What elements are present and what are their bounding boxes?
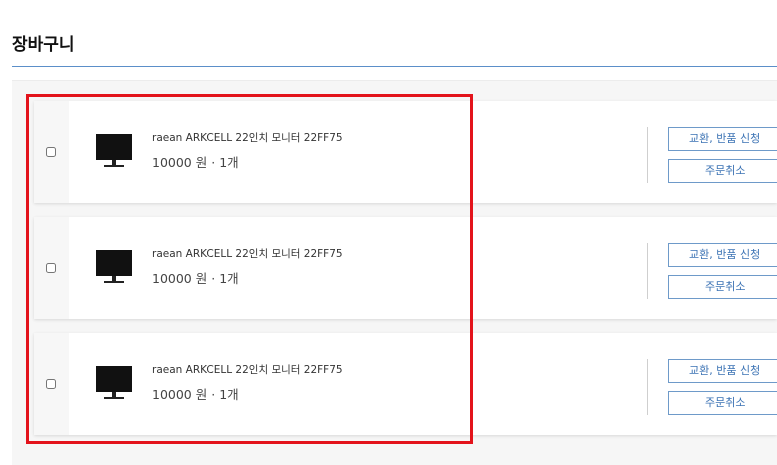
page-title: 장바구니 — [12, 35, 75, 55]
product-quantity: 1개 — [219, 271, 239, 286]
monitor-icon — [96, 366, 132, 399]
product-name[interactable]: raean ARKCELL 22인치 모니터 22FF75 — [152, 130, 343, 145]
product-quantity: 1개 — [219, 155, 239, 170]
product-price: 10000 원 — [152, 271, 208, 286]
title-divider — [12, 66, 777, 67]
product-price: 10000 원 — [152, 155, 208, 170]
product-price: 10000 원 — [152, 387, 208, 402]
cancel-order-button[interactable]: 주문취소 — [668, 391, 777, 415]
monitor-icon — [96, 134, 132, 167]
price-quantity: 10000 원 · 1개 — [152, 384, 239, 403]
exchange-return-button[interactable]: 교환, 반품 신청 — [668, 127, 777, 151]
item-checkbox[interactable] — [46, 147, 56, 157]
action-divider — [647, 243, 648, 299]
item-checkbox[interactable] — [46, 379, 56, 389]
cart-item: raean ARKCELL 22인치 모니터 22FF75 10000 원 · 1개… — [34, 101, 777, 203]
product-name[interactable]: raean ARKCELL 22인치 모니터 22FF75 — [152, 246, 343, 261]
exchange-return-button[interactable]: 교환, 반품 신청 — [668, 359, 777, 383]
monitor-icon — [96, 250, 132, 283]
separator: · — [211, 387, 216, 402]
price-quantity: 10000 원 · 1개 — [152, 268, 239, 287]
action-divider — [647, 127, 648, 183]
cart-item: raean ARKCELL 22인치 모니터 22FF75 10000 원 · 1개… — [34, 333, 777, 435]
cancel-order-button[interactable]: 주문취소 — [668, 159, 777, 183]
separator: · — [211, 271, 216, 286]
product-quantity: 1개 — [219, 387, 239, 402]
cancel-order-button[interactable]: 주문취소 — [668, 275, 777, 299]
exchange-return-button[interactable]: 교환, 반품 신청 — [668, 243, 777, 267]
item-checkbox[interactable] — [46, 263, 56, 273]
cart-item: raean ARKCELL 22인치 모니터 22FF75 10000 원 · 1개… — [34, 217, 777, 319]
price-quantity: 10000 원 · 1개 — [152, 152, 239, 171]
action-divider — [647, 359, 648, 415]
product-name[interactable]: raean ARKCELL 22인치 모니터 22FF75 — [152, 362, 343, 377]
separator: · — [211, 155, 216, 170]
